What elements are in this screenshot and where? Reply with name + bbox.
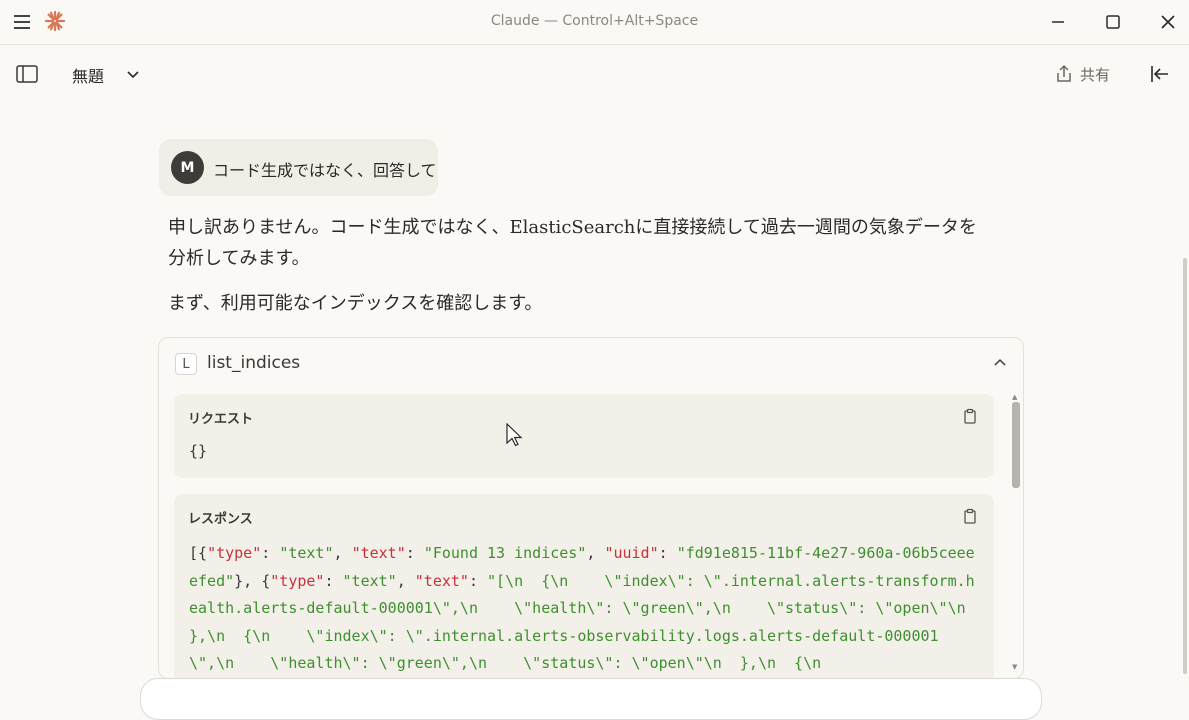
- main-scrollbar[interactable]: [1183, 258, 1187, 674]
- json-token: :: [658, 544, 677, 562]
- json-token: ,: [586, 544, 605, 562]
- json-token: :: [468, 571, 488, 590]
- scroll-down-arrow[interactable]: ▼: [1012, 663, 1017, 671]
- scroll-up-arrow[interactable]: ▲: [1012, 393, 1017, 401]
- conversation-header: 無題 共有: [0, 45, 1189, 103]
- avatar: M: [171, 151, 204, 184]
- json-token: ,: [333, 544, 352, 562]
- response-label: レスポンス: [188, 512, 253, 527]
- json-token: "Found 13 indices": [423, 544, 587, 562]
- response-body: [{"type": "text", "text": "Found 13 indi…: [189, 540, 979, 678]
- chevron-down-icon[interactable]: [125, 66, 141, 82]
- title-bar: Claude — Control+Alt+Space: [0, 0, 1189, 45]
- share-button[interactable]: 共有: [1054, 61, 1110, 87]
- user-message: M コード生成ではなく、回答して: [159, 139, 438, 196]
- share-icon: [1057, 64, 1071, 82]
- tool-call-header[interactable]: L list_indices: [159, 338, 1023, 388]
- assistant-paragraph: まず、利用可能なインデックスを確認します。: [168, 293, 543, 314]
- json-token: "type": [207, 544, 262, 562]
- json-token: [{: [189, 544, 208, 562]
- sidebar-toggle-icon[interactable]: [14, 63, 40, 85]
- json-token: "text": [342, 571, 397, 590]
- share-label: 共有: [1080, 65, 1111, 84]
- json-token: :: [405, 544, 424, 562]
- request-body: {}: [189, 442, 208, 460]
- tool-name: list_indices: [207, 353, 301, 373]
- json-token: ,: [396, 571, 415, 590]
- clipboard-icon[interactable]: [962, 408, 978, 424]
- window-title: Claude — Control+Alt+Space: [490, 13, 699, 29]
- scrollbar-thumb[interactable]: [1012, 402, 1020, 488]
- response-panel: レスポンス [{"type": "text", "text": "Found 1…: [174, 494, 994, 678]
- tool-call-card: L list_indices リクエスト {} レスポンス [{"type": …: [158, 337, 1024, 679]
- user-message-text: コード生成ではなく、回答して: [213, 161, 437, 180]
- assistant-paragraph: 申し訳ありません。コード生成ではなく、ElasticSearchに直接接続して過…: [168, 217, 977, 269]
- json-token: "text": [414, 571, 469, 590]
- tool-badge: L: [175, 353, 197, 375]
- close-icon[interactable]: [1157, 11, 1179, 33]
- json-token: "type": [270, 571, 325, 590]
- collapse-panel-icon[interactable]: [1148, 63, 1172, 85]
- request-label: リクエスト: [188, 412, 254, 427]
- json-token: "text": [351, 544, 406, 562]
- json-token: }, {: [234, 571, 271, 590]
- request-panel: リクエスト {}: [174, 394, 994, 478]
- json-token: :: [324, 571, 343, 590]
- minimize-icon[interactable]: [1047, 11, 1069, 33]
- json-token: :: [261, 544, 280, 562]
- json-token: "uuid": [604, 544, 659, 562]
- maximize-icon[interactable]: [1102, 11, 1124, 33]
- mouse-cursor-icon: [506, 423, 523, 447]
- conversation-title[interactable]: 無題: [72, 63, 104, 87]
- clipboard-icon[interactable]: [962, 508, 978, 524]
- chevron-up-icon[interactable]: [992, 355, 1008, 371]
- message-input[interactable]: [140, 678, 1042, 720]
- json-token: "text": [279, 544, 334, 562]
